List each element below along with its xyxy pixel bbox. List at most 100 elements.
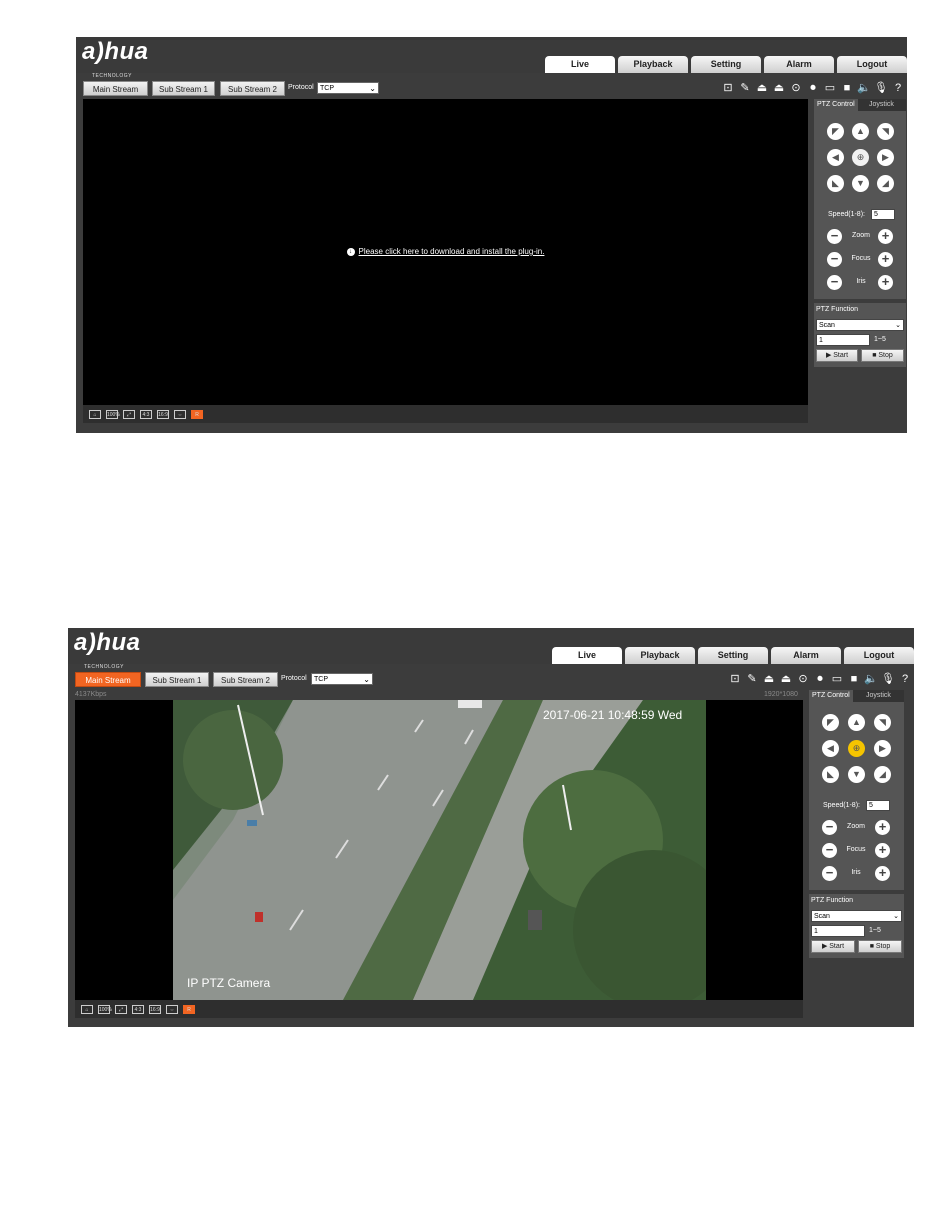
ptz-stop-button[interactable]: ■ Stop [861, 349, 904, 362]
rule-icon[interactable]: R [183, 1004, 195, 1014]
video-area[interactable]: ↓ Please click here to download and insta… [83, 99, 808, 405]
video-area[interactable]: 2017-06-21 10:48:59 Wed IP PTZ Camera [75, 700, 803, 1000]
tab-ptz-control[interactable]: PTZ Control [809, 690, 853, 702]
ptz-down-right-button[interactable]: ◢ [877, 175, 894, 192]
video-record-icon[interactable]: ■ [847, 672, 861, 686]
iris-close-button[interactable]: − [822, 866, 837, 881]
zoom-out-button[interactable]: − [827, 229, 842, 244]
ptz-function-select[interactable]: Scan ⌄ [811, 910, 902, 922]
ptz-start-button[interactable]: ▶ Start [816, 349, 858, 362]
ptz-down-button[interactable]: ▼ [852, 175, 869, 192]
fit-icon[interactable]: ⇔ [174, 409, 186, 419]
audio-icon[interactable]: 🔈 [864, 672, 878, 686]
video-record-icon[interactable]: ■ [840, 81, 854, 95]
zoom-in-button[interactable]: + [878, 229, 893, 244]
sub-stream-2-button[interactable]: Sub Stream 2 [220, 81, 285, 96]
iris-open-button[interactable]: + [878, 275, 893, 290]
draw-icon[interactable]: ✎ [745, 672, 759, 686]
focus-far-button[interactable]: + [878, 252, 893, 267]
talk-icon[interactable]: 🎙 [881, 672, 895, 686]
ptz-3d-position-button[interactable]: ⊕ [852, 149, 869, 166]
focus-near-button[interactable]: − [827, 252, 842, 267]
sub-stream-2-button[interactable]: Sub Stream 2 [213, 672, 278, 687]
ptz-down-right-button[interactable]: ◢ [874, 766, 891, 783]
ratio-4-3-icon[interactable]: 4:3 [140, 409, 152, 419]
ptz-right-button[interactable]: ▶ [874, 740, 891, 757]
alarm-out-2-icon[interactable]: ⏏ [779, 672, 793, 686]
ratio-16-9-icon[interactable]: 16:9 [157, 409, 169, 419]
main-stream-button[interactable]: Main Stream [83, 81, 148, 96]
ptz-up-left-button[interactable]: ◤ [827, 123, 844, 140]
ptz-left-button[interactable]: ◀ [827, 149, 844, 166]
sub-stream-1-button[interactable]: Sub Stream 1 [145, 672, 209, 687]
nav-tab-setting[interactable]: Setting [691, 56, 761, 73]
focus-icon[interactable]: ⊙ [789, 81, 803, 95]
plugin-download-link[interactable]: ↓ Please click here to download and insta… [83, 247, 808, 256]
nav-tab-logout[interactable]: Logout [837, 56, 907, 73]
help-icon[interactable]: ? [891, 81, 905, 95]
draw-icon[interactable]: ✎ [738, 81, 752, 95]
nav-tab-playback[interactable]: Playback [618, 56, 688, 73]
ptz-down-button[interactable]: ▼ [848, 766, 865, 783]
snapshot-icon[interactable]: ▭ [823, 81, 837, 95]
ptz-up-left-button[interactable]: ◤ [822, 714, 839, 731]
nav-tab-live[interactable]: Live [545, 56, 615, 73]
ptz-stop-button[interactable]: ■ Stop [858, 940, 902, 953]
fit-icon[interactable]: ⇔ [166, 1004, 178, 1014]
nav-tab-alarm[interactable]: Alarm [771, 647, 841, 664]
zoom-region-icon[interactable]: ⊡ [721, 81, 735, 95]
home-icon[interactable]: ⌂ [81, 1004, 93, 1014]
nav-tab-setting[interactable]: Setting [698, 647, 768, 664]
ptz-down-left-button[interactable]: ◣ [827, 175, 844, 192]
ratio-16-9-icon[interactable]: 16:9 [149, 1004, 161, 1014]
speed-select[interactable]: 5 [871, 209, 895, 220]
nav-tab-live[interactable]: Live [552, 647, 622, 664]
ptz-up-button[interactable]: ▲ [848, 714, 865, 731]
ptz-function-number-input[interactable]: 1 [816, 334, 870, 346]
original-size-icon[interactable]: 100% [98, 1004, 112, 1014]
tab-joystick[interactable]: Joystick [866, 99, 897, 111]
sub-stream-1-button[interactable]: Sub Stream 1 [152, 81, 215, 96]
focus-near-button[interactable]: − [822, 843, 837, 858]
iris-open-button[interactable]: + [875, 866, 890, 881]
ptz-start-button[interactable]: ▶ Start [811, 940, 855, 953]
snapshot-icon[interactable]: ▭ [830, 672, 844, 686]
alarm-out-1-icon[interactable]: ⏏ [762, 672, 776, 686]
focus-icon[interactable]: ⊙ [796, 672, 810, 686]
ptz-3d-position-button[interactable]: ⊕ [848, 740, 865, 757]
ptz-up-right-button[interactable]: ◥ [877, 123, 894, 140]
original-size-icon[interactable]: 100% [106, 409, 120, 419]
zoom-in-button[interactable]: + [875, 820, 890, 835]
nav-tab-playback[interactable]: Playback [625, 647, 695, 664]
ptz-function-number-input[interactable]: 1 [811, 925, 865, 937]
tab-ptz-control[interactable]: PTZ Control [814, 99, 858, 111]
protocol-select[interactable]: TCP ⌄ [311, 673, 373, 685]
ratio-4-3-icon[interactable]: 4:3 [132, 1004, 144, 1014]
protocol-select[interactable]: TCP ⌄ [317, 82, 379, 94]
main-stream-button[interactable]: Main Stream [75, 672, 141, 687]
zoom-region-icon[interactable]: ⊡ [728, 672, 742, 686]
nav-tab-logout[interactable]: Logout [844, 647, 914, 664]
nav-tab-alarm[interactable]: Alarm [764, 56, 834, 73]
record-icon[interactable]: ⏺ [813, 672, 827, 686]
fullscreen-icon[interactable]: ⤢ [115, 1004, 127, 1014]
help-icon[interactable]: ? [898, 672, 912, 686]
ptz-up-button[interactable]: ▲ [852, 123, 869, 140]
fullscreen-icon[interactable]: ⤢ [123, 409, 135, 419]
ptz-function-select[interactable]: Scan ⌄ [816, 319, 904, 331]
ptz-down-left-button[interactable]: ◣ [822, 766, 839, 783]
ptz-right-button[interactable]: ▶ [877, 149, 894, 166]
iris-close-button[interactable]: − [827, 275, 842, 290]
ptz-left-button[interactable]: ◀ [822, 740, 839, 757]
ptz-up-right-button[interactable]: ◥ [874, 714, 891, 731]
talk-icon[interactable]: 🎙 [874, 81, 888, 95]
audio-icon[interactable]: 🔈 [857, 81, 871, 95]
focus-far-button[interactable]: + [875, 843, 890, 858]
rule-icon[interactable]: R [191, 409, 203, 419]
tab-joystick[interactable]: Joystick [863, 690, 894, 702]
alarm-out-2-icon[interactable]: ⏏ [772, 81, 786, 95]
record-icon[interactable]: ⏺ [806, 81, 820, 95]
speed-select[interactable]: 5 [866, 800, 890, 811]
zoom-out-button[interactable]: − [822, 820, 837, 835]
alarm-out-1-icon[interactable]: ⏏ [755, 81, 769, 95]
